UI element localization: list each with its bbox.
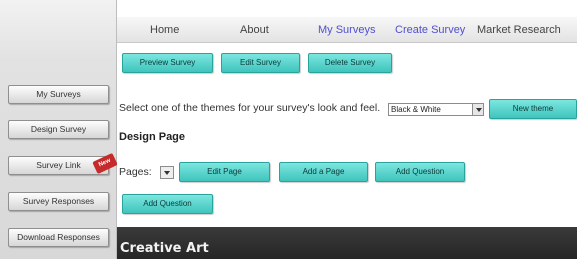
edit-page-button[interactable]: Edit Page xyxy=(179,162,270,182)
theme-select-value: Black & White xyxy=(391,105,441,114)
top-nav: Home About My Surveys Create Survey Mark… xyxy=(117,17,577,43)
survey-title: Creative Art xyxy=(120,241,209,256)
nav-about[interactable]: About xyxy=(240,17,269,43)
nav-market-research[interactable]: Market Research xyxy=(477,17,561,43)
sidebar-item-label: Survey Responses xyxy=(22,196,95,206)
add-question-button[interactable]: Add Question xyxy=(375,162,465,182)
nav-create-survey[interactable]: Create Survey xyxy=(395,17,465,43)
add-question-button-secondary[interactable]: Add Question xyxy=(122,194,213,214)
nav-home[interactable]: Home xyxy=(150,17,179,43)
sidebar-item-label: Design Survey xyxy=(30,124,87,134)
edit-survey-button[interactable]: Edit Survey xyxy=(221,53,300,73)
sidebar-item-label: Download Responses xyxy=(17,232,100,242)
chevron-down-icon xyxy=(472,104,483,115)
delete-survey-button[interactable]: Delete Survey xyxy=(308,53,392,73)
theme-select[interactable]: Black & White xyxy=(388,103,484,116)
pages-select[interactable] xyxy=(160,166,174,179)
sidebar-item-download-responses[interactable]: Download Responses xyxy=(8,228,109,247)
sidebar-item-label: My Surveys xyxy=(36,89,81,99)
sidebar-item-label: Survey Link xyxy=(36,160,81,170)
sidebar-item-my-surveys[interactable]: My Surveys xyxy=(8,85,109,104)
add-page-button[interactable]: Add a Page xyxy=(279,162,368,182)
nav-my-surveys[interactable]: My Surveys xyxy=(318,17,375,43)
sidebar-item-survey-link[interactable]: Survey Link New xyxy=(8,152,118,175)
sidebar-item-survey-responses[interactable]: Survey Responses xyxy=(8,192,109,211)
preview-survey-button[interactable]: Preview Survey xyxy=(122,53,213,73)
design-page-heading: Design Page xyxy=(119,131,186,143)
theme-prompt: Select one of the themes for your survey… xyxy=(119,102,381,114)
new-theme-button[interactable]: New theme xyxy=(489,99,577,119)
sidebar: My Surveys Design Survey Survey Link New… xyxy=(0,0,118,259)
sidebar-item-design-survey[interactable]: Design Survey xyxy=(8,120,109,139)
main-content: Preview Survey Edit Survey Delete Survey… xyxy=(117,43,577,259)
new-badge: New xyxy=(92,152,118,175)
survey-banner: Creative Art xyxy=(117,227,577,259)
top-strip xyxy=(117,0,577,17)
pages-label: Pages: xyxy=(119,166,152,178)
